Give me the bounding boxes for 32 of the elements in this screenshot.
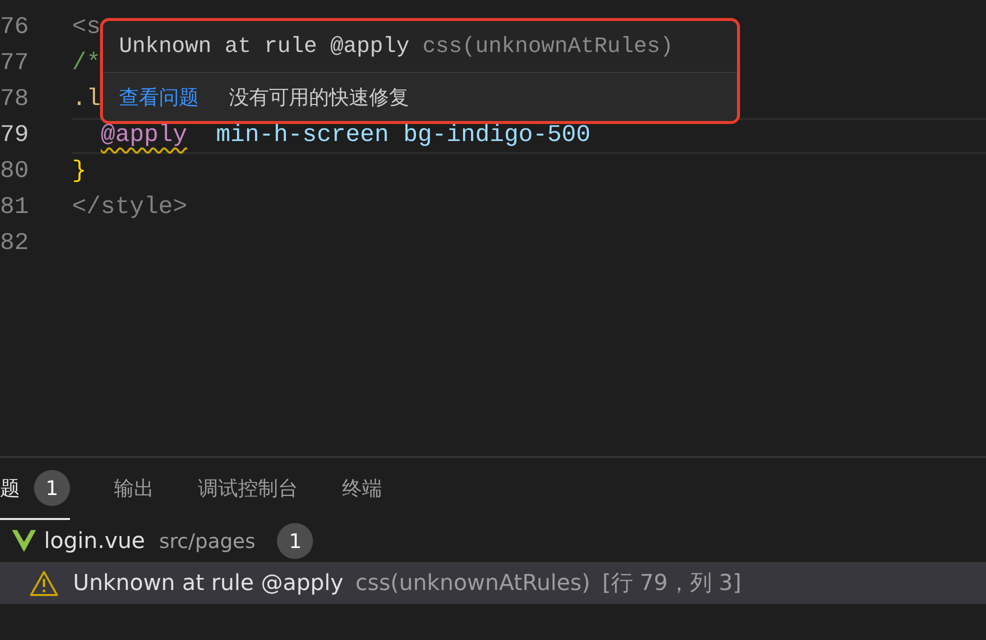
line-number: 79 [0, 121, 28, 151]
hover-message: Unknown at rule @apply [119, 33, 410, 61]
warning-icon [30, 570, 58, 596]
code-token: min-h-screen bg-indigo-500 [216, 121, 590, 151]
code-token: <s [72, 13, 101, 43]
line-number: 77 [0, 49, 28, 79]
line-number: 76 [0, 13, 28, 43]
problem-row[interactable]: Unknown at rule @apply css(unknownAtRules) [行 79，列 3] [0, 562, 986, 604]
quick-fix-note: 没有可用的快速修复 [229, 84, 409, 111]
code-token: .l [72, 85, 101, 115]
file-name[interactable]: login.vue [44, 524, 146, 558]
view-problem-link[interactable]: 查看问题 [119, 82, 199, 112]
hover-source: css(unknownAtRules) [422, 33, 674, 61]
code-token: /* [72, 49, 101, 79]
problem-location: [行 79，列 3] [602, 570, 742, 598]
problem-source: css(unknownAtRules) [355, 570, 590, 598]
code-token: @apply [100, 121, 188, 151]
line-number: 81 [0, 193, 28, 223]
line-number: 80 [0, 157, 28, 187]
code-token: } [72, 157, 86, 187]
count-badge: 1 [34, 470, 70, 506]
code-token: </style> [72, 193, 188, 223]
panel-tab[interactable]: 终端 [342, 458, 382, 520]
count-badge: 1 [277, 523, 314, 559]
panel-tab[interactable]: 输出 [114, 458, 154, 520]
vue-file-icon [12, 530, 36, 552]
file-path: src/pages [159, 528, 256, 555]
line-number: 82 [0, 229, 28, 259]
panel-tab[interactable]: 题 1 [0, 458, 70, 520]
panel-tab[interactable]: 调试控制台 [198, 458, 298, 520]
line-number: 78 [0, 85, 28, 115]
problem-message: Unknown at rule @apply [73, 570, 344, 598]
